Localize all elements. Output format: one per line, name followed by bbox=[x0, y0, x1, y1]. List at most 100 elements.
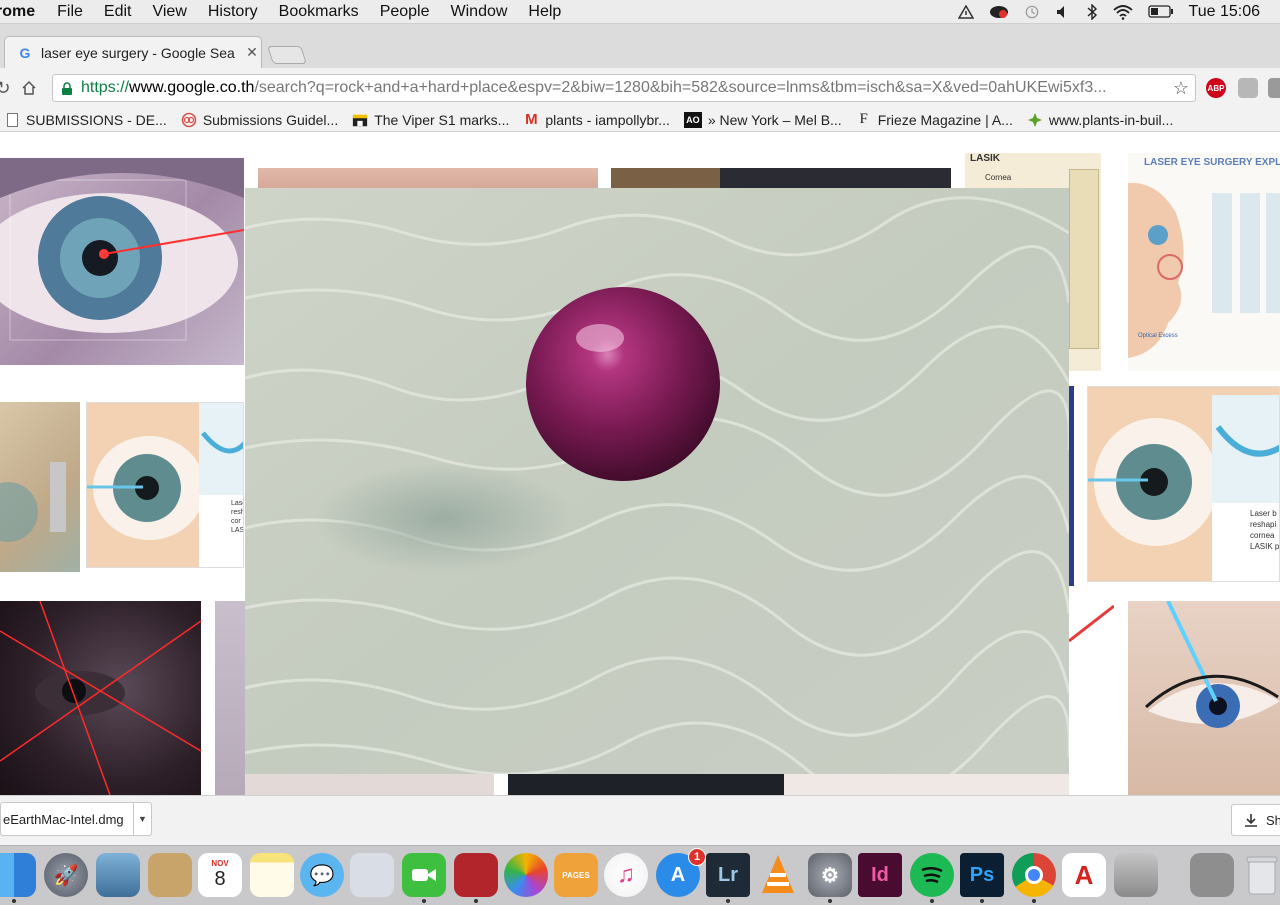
photoshop-icon[interactable]: Ps bbox=[960, 853, 1004, 897]
drive-icon[interactable] bbox=[957, 4, 974, 19]
running-indicator bbox=[422, 899, 426, 903]
facetime-icon[interactable] bbox=[402, 853, 446, 897]
calendar-month: NOV bbox=[211, 859, 229, 868]
result-thumb-surgery-tool[interactable] bbox=[0, 402, 80, 572]
preview-app-icon[interactable] bbox=[96, 853, 140, 897]
extension-icon-2[interactable] bbox=[1268, 78, 1280, 98]
url-scheme: https:// bbox=[81, 79, 130, 96]
result-thumb-dark[interactable] bbox=[611, 168, 951, 188]
result-thumb-laser-explained[interactable]: LASER EYE SURGERY EXPLAI Optical Excess bbox=[1128, 153, 1280, 371]
menu-people[interactable]: People bbox=[380, 3, 430, 21]
tab-close-icon[interactable]: ✕ bbox=[243, 44, 261, 61]
notes-icon[interactable] bbox=[250, 853, 294, 897]
download-item[interactable]: eEarthMac-Intel.dmg ▼ bbox=[0, 802, 152, 836]
dock: 🚀 NOV 8 💬 PAGES ♫ A 1 Lr ⚙ Id Ps A bbox=[0, 845, 1280, 905]
bookmark-star-icon[interactable]: ☆ bbox=[1171, 78, 1191, 99]
bookmark-item[interactable]: AO » New York – Mel B... bbox=[683, 111, 842, 128]
menu-help[interactable]: Help bbox=[528, 3, 561, 21]
bookmark-item[interactable]: Submissions Guidel... bbox=[181, 112, 338, 128]
show-all-label: Sh bbox=[1266, 812, 1280, 828]
preview-image-purple-ball[interactable] bbox=[245, 188, 1069, 774]
bookmark-item[interactable]: M plants - iampollybr... bbox=[523, 111, 670, 128]
image-results-grid: LASIK Cornea LASER EYE SURGERY EXPLAI Op… bbox=[0, 133, 1280, 795]
result-thumb-bottom-dark[interactable] bbox=[508, 774, 784, 795]
time-machine-icon[interactable] bbox=[1024, 5, 1040, 19]
menu-app-name[interactable]: rome bbox=[0, 3, 35, 21]
result-thumb-face[interactable] bbox=[258, 168, 598, 188]
extension-icon[interactable] bbox=[1238, 78, 1258, 98]
red-laser-eye-image bbox=[0, 601, 201, 795]
indesign-icon[interactable]: Id bbox=[858, 853, 902, 897]
result-thumb-bottom-mid[interactable] bbox=[245, 774, 494, 795]
messages-icon[interactable]: 💬 bbox=[300, 853, 344, 897]
itunes-icon[interactable]: ♫ bbox=[604, 853, 648, 897]
result-thumb-face-2[interactable] bbox=[215, 601, 245, 795]
new-tab-button[interactable] bbox=[267, 46, 307, 64]
chevron-down-icon[interactable]: ▼ bbox=[133, 803, 151, 835]
eye-image bbox=[0, 158, 244, 341]
blue-laser-eye-image bbox=[1144, 601, 1280, 728]
calendar-icon[interactable]: NOV 8 bbox=[198, 853, 242, 897]
running-indicator bbox=[474, 899, 478, 903]
vlc-icon[interactable] bbox=[756, 853, 800, 897]
image-capture-icon[interactable] bbox=[350, 853, 394, 897]
photo-stack-icon[interactable] bbox=[1190, 853, 1234, 897]
download-icon bbox=[1245, 814, 1257, 827]
launchpad-icon[interactable]: 🚀 bbox=[44, 853, 88, 897]
tab-active[interactable]: G laser eye surgery - Google Sea ✕ bbox=[4, 36, 262, 68]
pages-icon[interactable]: PAGES bbox=[554, 853, 598, 897]
menu-clock[interactable]: Tue 15:06 bbox=[1189, 3, 1260, 21]
trash-icon[interactable] bbox=[1240, 853, 1280, 897]
menu-history[interactable]: History bbox=[208, 3, 258, 21]
bookmark-label: SUBMISSIONS - DE... bbox=[26, 111, 167, 128]
result-thumb-eye-diagram[interactable]: Lase resh cor LASI bbox=[86, 402, 244, 568]
spotify-icon[interactable] bbox=[910, 853, 954, 897]
finder-icon[interactable] bbox=[0, 853, 36, 897]
menu-window[interactable]: Window bbox=[451, 3, 508, 21]
bookmark-item[interactable]: The Viper S1 marks... bbox=[352, 112, 509, 128]
result-thumb-bottom-right[interactable] bbox=[784, 774, 1069, 795]
surgery-tool-image bbox=[0, 462, 66, 542]
acrobat-icon[interactable]: A bbox=[1062, 853, 1106, 897]
bluetooth-icon[interactable] bbox=[1086, 3, 1098, 20]
ring-icon bbox=[181, 112, 197, 128]
system-preferences-icon[interactable]: ⚙ bbox=[808, 853, 852, 897]
menu-bar: rome File Edit View History Bookmarks Pe… bbox=[0, 0, 1280, 24]
photo-booth-icon[interactable] bbox=[454, 853, 498, 897]
result-thumb-red-laser-eye[interactable] bbox=[0, 601, 201, 795]
app-store-icon[interactable]: A 1 bbox=[656, 848, 706, 897]
menu-edit[interactable]: Edit bbox=[104, 3, 132, 21]
show-all-downloads-button[interactable]: Sh bbox=[1231, 804, 1280, 836]
result-thumb-eye-laser[interactable] bbox=[0, 158, 244, 365]
volume-icon[interactable] bbox=[1055, 5, 1071, 19]
menu-view[interactable]: View bbox=[152, 3, 186, 21]
address-bar[interactable]: https:// www.google.co.th /search?q=rock… bbox=[52, 74, 1196, 102]
script-editor-icon[interactable] bbox=[1114, 853, 1158, 897]
result-thumb-blue-laser-eye[interactable] bbox=[1128, 601, 1280, 795]
lock-icon bbox=[62, 81, 72, 95]
bookmark-label: www.plants-in-buil... bbox=[1048, 111, 1174, 128]
contacts-icon[interactable] bbox=[148, 853, 192, 897]
lasik-diagram-panel bbox=[1069, 169, 1099, 349]
creative-cloud-icon[interactable] bbox=[989, 5, 1009, 19]
bookmark-label: » New York – Mel B... bbox=[707, 111, 842, 128]
result-thumb-blue-strip[interactable] bbox=[1069, 386, 1074, 586]
lightroom-icon[interactable]: Lr bbox=[706, 853, 750, 897]
bookmark-item[interactable]: www.plants-in-buil... bbox=[1027, 111, 1174, 128]
chrome-icon[interactable] bbox=[1012, 853, 1056, 897]
battery-icon[interactable] bbox=[1147, 5, 1174, 18]
home-icon[interactable] bbox=[18, 77, 40, 99]
menu-file[interactable]: File bbox=[57, 3, 83, 21]
result-thumb-red-line[interactable] bbox=[1069, 601, 1114, 661]
bookmark-item[interactable]: SUBMISSIONS - DE... bbox=[4, 112, 167, 128]
running-indicator bbox=[1032, 899, 1036, 903]
adblock-icon[interactable]: ABP bbox=[1206, 78, 1226, 98]
url-host: www.google.co.th bbox=[129, 79, 255, 96]
wifi-icon[interactable] bbox=[1112, 4, 1133, 20]
running-indicator bbox=[980, 899, 984, 903]
menu-bookmarks[interactable]: Bookmarks bbox=[279, 3, 359, 21]
reload-icon[interactable]: ↻ bbox=[0, 77, 14, 99]
result-thumb-eye-diagram-2[interactable]: Laser b reshapi cornea LASIK p bbox=[1087, 386, 1280, 582]
bookmark-item[interactable]: F Frieze Magazine | A... bbox=[856, 111, 1013, 128]
photos-icon[interactable] bbox=[504, 853, 548, 897]
